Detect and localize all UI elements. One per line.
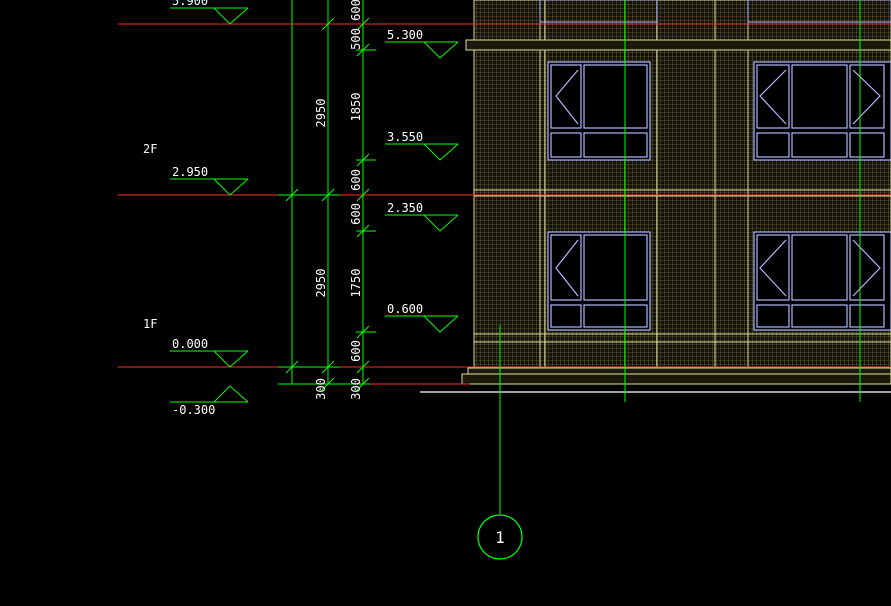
window-upper-left xyxy=(547,61,651,161)
level-1f-value: 0.000 xyxy=(172,337,208,351)
sill-level-5300: 5.300 xyxy=(387,28,423,42)
sill-level-0600: 0.600 xyxy=(387,302,423,316)
dim-2950-lower: 2950 xyxy=(314,269,328,298)
level-top-value: 5.900 xyxy=(172,0,208,8)
window-upper-right xyxy=(753,61,891,161)
dim-600-d: 600 xyxy=(349,340,363,362)
elevation-drawing: 1 2950 2950 300 600 500 1850 600 600 175… xyxy=(118,0,891,560)
dim-1850: 1850 xyxy=(349,93,363,122)
axis-label: 1 xyxy=(495,528,505,547)
dim-500: 500 xyxy=(349,28,363,50)
dim-1750: 1750 xyxy=(349,269,363,298)
sill-level-3550: 3.550 xyxy=(387,130,423,144)
dim-600-a: 600 xyxy=(349,0,363,21)
dim-600-b: 600 xyxy=(349,169,363,191)
window-lower-right xyxy=(753,231,891,331)
floor-2f-label: 2F xyxy=(143,142,157,156)
dim-2950-upper: 2950 xyxy=(314,99,328,128)
floor-1f-label: 1F xyxy=(143,317,157,331)
level-ground-value: -0.300 xyxy=(172,403,215,417)
dim-300-inner: 300 xyxy=(349,378,363,400)
level-2f-value: 2.950 xyxy=(172,165,208,179)
dim-600-c: 600 xyxy=(349,203,363,225)
window-lower-left xyxy=(547,231,651,331)
dim-300-outer: 300 xyxy=(314,378,328,400)
sill-level-2350: 2.350 xyxy=(387,201,423,215)
